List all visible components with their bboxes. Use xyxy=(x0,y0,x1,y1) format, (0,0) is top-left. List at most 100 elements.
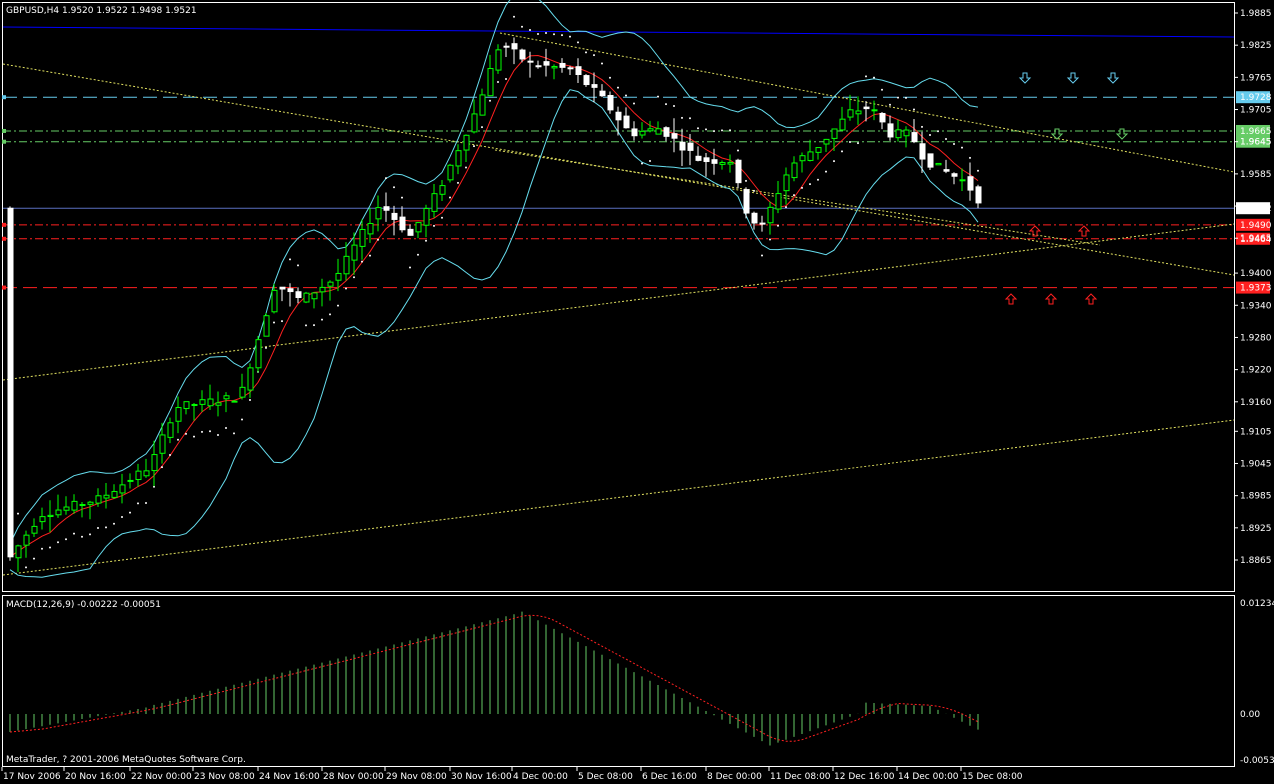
sar-dot xyxy=(521,25,523,28)
candle-body xyxy=(95,495,102,504)
candle-body xyxy=(479,94,486,116)
sar-dot xyxy=(881,88,883,91)
sar-dot xyxy=(809,183,811,186)
candle-body xyxy=(343,255,350,275)
sar-dot xyxy=(25,566,27,569)
sar-dot xyxy=(841,150,843,153)
candle-body xyxy=(415,222,422,233)
buy-arrow-icon xyxy=(1028,225,1042,237)
bollinger-lower xyxy=(9,89,979,578)
sar-dot xyxy=(497,81,499,84)
sar-dot xyxy=(145,502,147,505)
candle-body xyxy=(775,193,782,210)
candle-body xyxy=(295,291,302,299)
sar-dot xyxy=(825,170,827,173)
candle-body xyxy=(455,150,462,167)
sar-dot xyxy=(489,99,491,102)
sar-dot xyxy=(889,103,891,106)
candle-body xyxy=(143,470,150,477)
sar-dot xyxy=(137,502,139,505)
candle-body xyxy=(575,66,582,76)
price-tick-label: 1.8925 xyxy=(1240,524,1272,534)
sar-dot xyxy=(105,526,107,529)
sar-dot xyxy=(617,86,619,89)
price-tick-label: 1.9465 xyxy=(1240,234,1272,244)
sar-dot xyxy=(369,254,371,257)
sar-dot xyxy=(73,532,75,535)
sar-dot xyxy=(433,224,435,227)
sar-dot xyxy=(441,216,443,219)
time-tick-label: 17 Nov 2006 xyxy=(3,772,61,782)
sar-dot xyxy=(857,142,859,145)
candle-body xyxy=(15,545,22,559)
sar-dot xyxy=(953,143,955,146)
macd-signal-line xyxy=(9,614,979,742)
sar-dot xyxy=(641,162,643,165)
sar-dot xyxy=(705,128,707,131)
sar-dot xyxy=(769,238,771,241)
candle-body xyxy=(655,128,662,135)
sar-dot xyxy=(905,96,907,99)
time-tick-label: 28 Nov 00:00 xyxy=(323,772,384,782)
sar-dot xyxy=(513,15,515,18)
candle-body xyxy=(631,128,638,137)
candle-body xyxy=(423,208,430,226)
candle-body xyxy=(23,534,30,546)
price-tick-label: 1.9105 xyxy=(1240,427,1272,437)
sar-dot xyxy=(673,105,675,108)
candle-body xyxy=(103,494,110,499)
candle-body xyxy=(335,272,342,281)
sar-dot xyxy=(633,102,635,105)
sar-dot xyxy=(529,28,531,31)
sar-dot xyxy=(649,159,651,162)
candle-body xyxy=(567,67,574,70)
candle-body xyxy=(671,133,678,139)
signal-arrows xyxy=(1004,72,1129,305)
candle-body xyxy=(215,402,222,406)
time-tick-label: 4 Dec 00:00 xyxy=(513,772,568,782)
sar-dot xyxy=(33,557,35,560)
bollinger-bands xyxy=(9,0,979,578)
sar-dot xyxy=(849,140,851,143)
candle-body xyxy=(519,49,526,60)
blue-trend-line[interactable] xyxy=(2,26,1235,38)
candle-body xyxy=(39,516,46,523)
candle-body xyxy=(975,186,982,204)
candle-body xyxy=(63,506,70,511)
price-tick-label: 1.9400 xyxy=(1240,269,1272,279)
level-marker xyxy=(2,222,6,227)
candle-body xyxy=(647,128,654,132)
candle-body xyxy=(183,401,190,410)
time-tick-label: 22 Nov 00:00 xyxy=(131,772,192,782)
candle-body xyxy=(791,162,798,179)
sar-dot xyxy=(89,533,91,536)
trend-line-long[interactable] xyxy=(2,419,1235,576)
candle-body xyxy=(7,207,14,558)
candle-body xyxy=(287,288,294,293)
candle-body xyxy=(959,179,966,182)
sar-dot xyxy=(313,324,315,327)
analysis-lines: 1.97281.96651.96451.94901.94641.93731.95… xyxy=(2,26,1272,576)
sar-dot xyxy=(265,346,267,349)
sar-dot xyxy=(777,224,779,227)
time-tick-label: 14 Dec 00:00 xyxy=(898,772,959,782)
sar-dot xyxy=(129,511,131,514)
sar-dot xyxy=(289,258,291,261)
price-tick-label: 1.9045 xyxy=(1240,459,1272,469)
sell-arrow-icon xyxy=(1066,72,1080,84)
sar-dot xyxy=(377,238,379,241)
price-tick-label: 1.9340 xyxy=(1240,301,1272,311)
sar-dot xyxy=(113,522,115,525)
candle-body xyxy=(367,222,374,235)
candle-body xyxy=(799,155,806,162)
candle-body xyxy=(431,193,438,212)
candle-body xyxy=(711,159,718,164)
time-tick-label: 5 Dec 08:00 xyxy=(578,772,633,782)
candle-body xyxy=(135,470,142,481)
price-tick-label: 1.9585 xyxy=(1240,170,1272,180)
candle-body xyxy=(47,514,54,517)
sar-dot xyxy=(393,186,395,189)
trading-chart[interactable]: 1.97281.96651.96451.94901.94641.93731.95… xyxy=(0,0,1274,784)
candle-body xyxy=(87,501,94,505)
candle-body xyxy=(583,75,590,86)
